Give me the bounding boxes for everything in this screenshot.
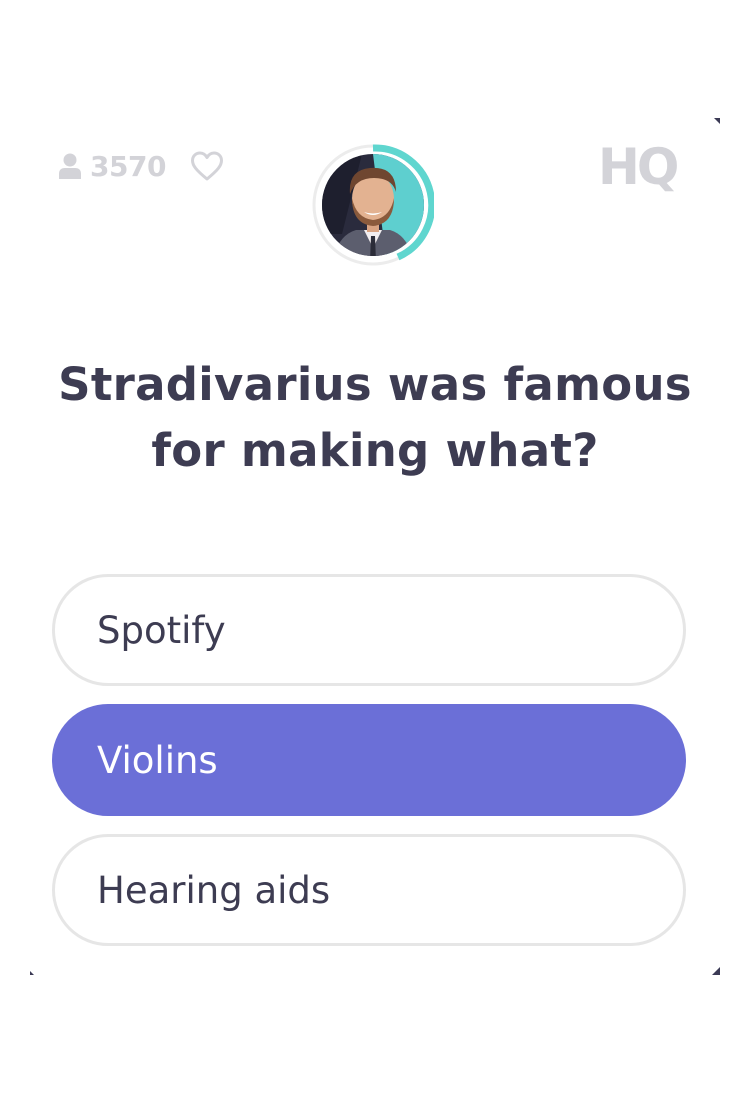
heart-icon[interactable] bbox=[190, 150, 224, 182]
answer-option-2-selected[interactable]: Violins bbox=[52, 704, 686, 816]
question-text: Stradivarius was famous for making what? bbox=[58, 358, 692, 477]
answer-option-1[interactable]: Spotify bbox=[52, 574, 686, 686]
answer-option-3[interactable]: Hearing aids bbox=[52, 834, 686, 946]
svg-text:HQ: HQ bbox=[598, 138, 677, 192]
hq-logo: HQ bbox=[598, 138, 680, 192]
viewer-counter: 3570 bbox=[58, 148, 166, 184]
host-avatar bbox=[312, 144, 434, 266]
card-corner-bottom-left bbox=[30, 971, 34, 975]
person-icon bbox=[59, 153, 81, 179]
card-corner-bottom-right bbox=[712, 967, 720, 975]
game-card: 3570 HQ Stradivarius was famous for maki… bbox=[30, 118, 720, 975]
card-corner-top-right bbox=[714, 118, 720, 124]
viewer-count: 3570 bbox=[90, 149, 166, 183]
